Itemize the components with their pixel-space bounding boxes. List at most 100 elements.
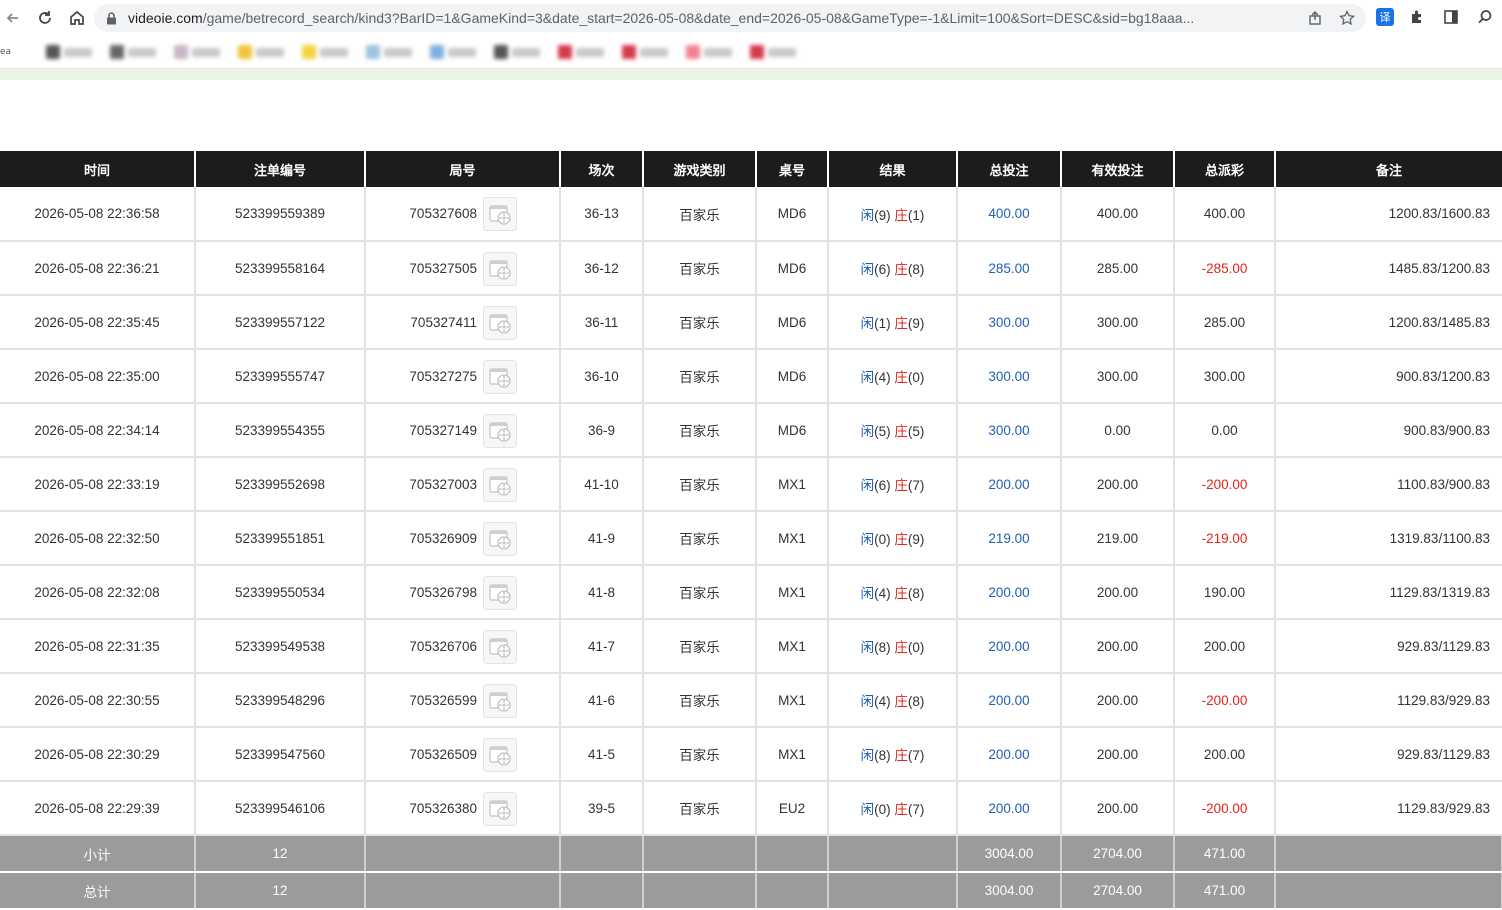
address-bar[interactable]: videoie.com/game/betrecord_search/kind3?… <box>94 4 1366 32</box>
round-id-text: 705327149 <box>409 423 477 438</box>
total-empty <box>828 872 958 910</box>
result-banker-label: 庄 <box>894 532 908 547</box>
replay-film-icon[interactable] <box>483 360 517 394</box>
lock-icon[interactable] <box>104 11 118 25</box>
bookmark-item[interactable] <box>750 45 796 59</box>
cell-time: 2026-05-08 22:32:08 <box>0 565 196 620</box>
replay-film-icon[interactable] <box>483 414 517 448</box>
cell-valid-bet: 400.00 <box>1061 187 1175 242</box>
cell-payout: 400.00 <box>1174 187 1276 242</box>
result-banker-value: (7) <box>907 802 925 817</box>
result-player-value: (9) <box>874 207 891 223</box>
round-id-text: 705327411 <box>410 315 477 330</box>
bookmark-item[interactable] <box>302 45 348 59</box>
replay-film-icon[interactable] <box>483 252 517 286</box>
bookmark-item[interactable] <box>494 45 540 59</box>
replay-film-icon[interactable] <box>483 306 517 340</box>
home-icon[interactable] <box>64 5 90 31</box>
col-header-game-type: 游戏类别 <box>643 151 757 187</box>
cell-game-type: 百家乐 <box>643 565 757 620</box>
bookmark-item[interactable] <box>558 45 604 59</box>
cell-bet-id: 523399548296 <box>195 673 366 728</box>
cell-result: 闲(4) 庄(8) <box>828 565 958 620</box>
cell-bet-id: 523399558164 <box>195 241 366 296</box>
cell-note: 1129.83/1319.83 <box>1275 565 1502 620</box>
result-banker-label: 庄 <box>894 207 908 223</box>
bookmark-item[interactable] <box>366 45 412 59</box>
bookmark-item[interactable] <box>238 45 284 59</box>
table-row: 2026-05-08 22:36:58 523399559389 705327608… <box>0 187 1502 242</box>
replay-film-icon[interactable] <box>483 684 517 718</box>
cell-result: 闲(0) 庄(7) <box>828 781 958 836</box>
col-header-session: 场次 <box>560 151 644 187</box>
subtotal-row: 小计 12 3004.00 2704.00 471.00 <box>0 835 1502 873</box>
cell-session: 41-8 <box>560 565 644 620</box>
result-banker-value: (7) <box>907 748 925 763</box>
bookmark-item[interactable] <box>46 45 92 59</box>
result-banker-value: (7) <box>907 478 925 493</box>
cell-total-bet: 300.00 <box>957 349 1062 404</box>
cell-game-type: 百家乐 <box>643 241 757 296</box>
round-id-text: 705326509 <box>409 747 477 762</box>
cell-time: 2026-05-08 22:34:14 <box>0 403 196 458</box>
result-banker-label: 庄 <box>894 694 908 709</box>
result-player-label: 闲 <box>860 694 875 709</box>
result-banker-label: 庄 <box>894 802 908 817</box>
cell-result: 闲(0) 庄(9) <box>828 511 958 566</box>
replay-film-icon[interactable] <box>483 738 517 772</box>
cell-note: 1100.83/900.83 <box>1275 457 1502 512</box>
result-banker-value: (9) <box>907 532 925 547</box>
cell-payout: 0.00 <box>1174 403 1276 458</box>
cell-bet-id: 523399557122 <box>195 295 366 350</box>
cell-game-type: 百家乐 <box>643 457 757 512</box>
bookmark-item[interactable] <box>622 45 668 59</box>
cell-result: 闲(1) 庄(9) <box>828 295 958 350</box>
cell-bet-id: 523399555747 <box>195 349 366 404</box>
cell-game-type: 百家乐 <box>643 673 757 728</box>
sidepanel-icon[interactable] <box>1440 6 1462 28</box>
replay-film-icon[interactable] <box>483 576 517 610</box>
search-icon[interactable] <box>1474 6 1496 28</box>
subtotal-payout: 471.00 <box>1174 835 1276 873</box>
cell-time: 2026-05-08 22:33:19 <box>0 457 196 512</box>
cell-payout: -200.00 <box>1174 673 1276 728</box>
replay-film-icon[interactable] <box>483 522 517 556</box>
table-row: 2026-05-08 22:30:55 523399548296 705326599… <box>0 673 1502 728</box>
share-icon[interactable] <box>1306 9 1324 27</box>
col-header-result: 结果 <box>828 151 958 187</box>
bookmark-item[interactable] <box>110 45 156 59</box>
result-player-label: 闲 <box>860 640 875 655</box>
translate-icon[interactable]: 译 <box>1376 8 1394 26</box>
cell-game-type: 百家乐 <box>643 403 757 458</box>
replay-film-icon[interactable] <box>483 630 517 664</box>
star-icon[interactable] <box>1338 9 1356 27</box>
result-player-value: (0) <box>874 802 891 817</box>
result-banker-label: 庄 <box>894 640 908 655</box>
cell-time: 2026-05-08 22:35:45 <box>0 295 196 350</box>
cell-total-bet: 300.00 <box>957 403 1062 458</box>
replay-film-icon[interactable] <box>483 197 517 231</box>
reload-icon[interactable] <box>32 5 58 31</box>
bookmark-item[interactable] <box>430 45 476 59</box>
cell-round-id: 705326706 <box>365 619 561 674</box>
cell-session: 41-6 <box>560 673 644 728</box>
back-arrow-icon[interactable] <box>0 5 26 31</box>
cell-table-no: MD6 <box>756 187 829 242</box>
subtotal-label: 小计 <box>0 835 196 873</box>
puzzle-icon[interactable] <box>1406 6 1428 28</box>
cell-round-id: 705327149 <box>365 403 561 458</box>
replay-film-icon[interactable] <box>483 792 517 826</box>
cell-payout: -200.00 <box>1174 457 1276 512</box>
cell-bet-id: 523399554355 <box>195 403 366 458</box>
subtotal-empty <box>1275 835 1502 873</box>
bookmark-item[interactable] <box>686 45 732 59</box>
cell-note: 929.83/1129.83 <box>1275 619 1502 674</box>
bookmark-item[interactable] <box>174 45 220 59</box>
cell-time: 2026-05-08 22:35:00 <box>0 349 196 404</box>
result-player-value: (6) <box>874 262 891 277</box>
subtotal-empty <box>756 835 829 873</box>
replay-film-icon[interactable] <box>483 468 517 502</box>
result-player-label: 闲 <box>860 370 875 385</box>
cell-time: 2026-05-08 22:36:58 <box>0 187 196 242</box>
cell-game-type: 百家乐 <box>643 187 757 242</box>
